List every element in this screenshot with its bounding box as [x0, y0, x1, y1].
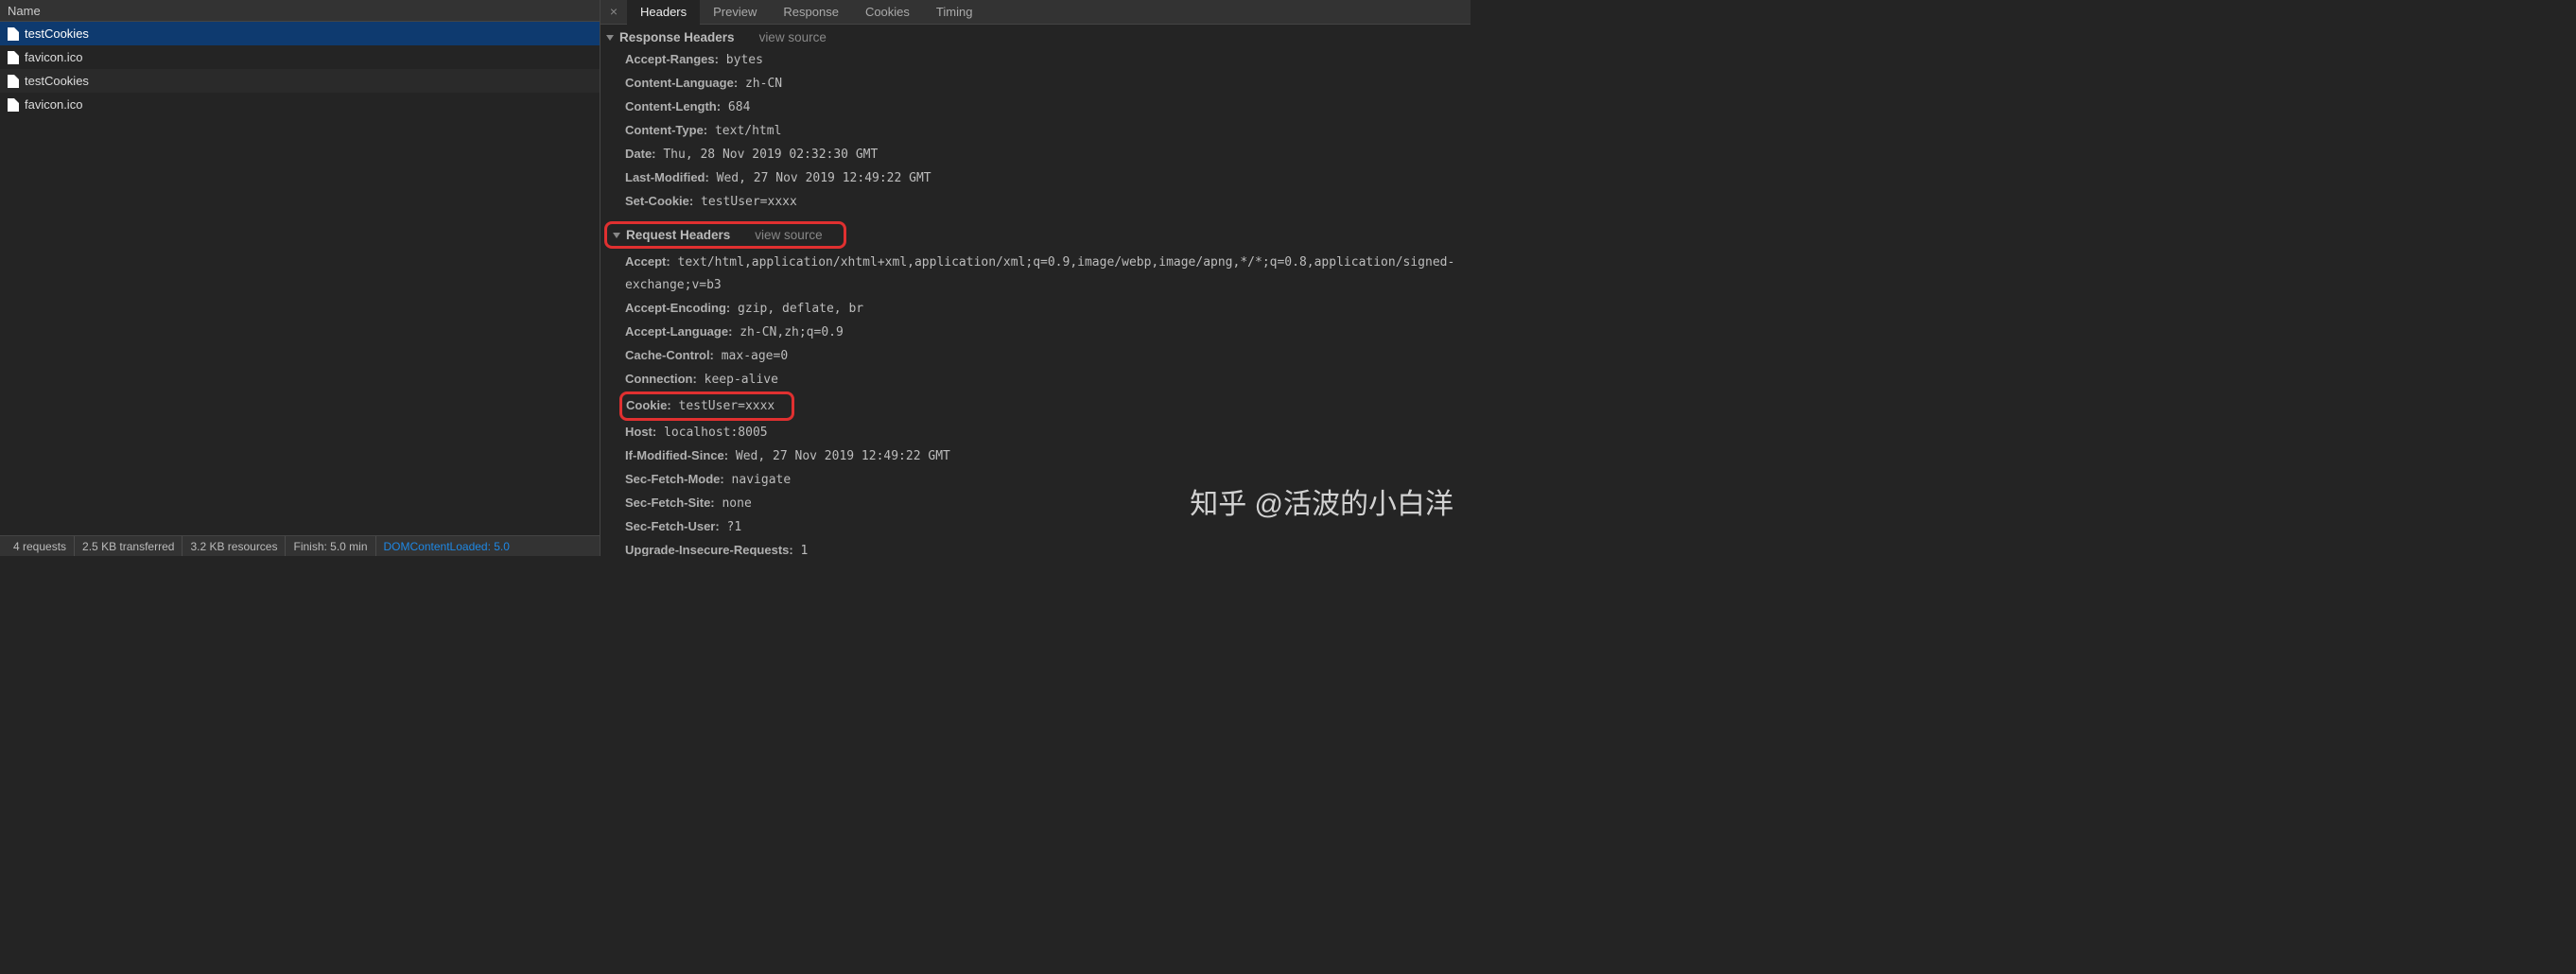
header-name: Last-Modified:	[625, 170, 709, 184]
header-value: localhost:8005	[656, 426, 767, 440]
status-requests: 4 requests	[6, 536, 75, 556]
chevron-down-icon	[613, 233, 620, 238]
header-name: Accept-Encoding:	[625, 301, 730, 315]
request-row[interactable]: testCookies	[0, 22, 600, 45]
headers-tab-content: Response Headers view source Accept-Rang…	[600, 25, 1471, 556]
request-list: testCookies favicon.ico testCookies favicon…	[0, 22, 600, 535]
request-name: testCookies	[25, 26, 89, 41]
header-value: none	[715, 496, 752, 511]
request-name: favicon.ico	[25, 50, 82, 64]
header-value: Thu, 28 Nov 2019 02:32:30 GMT	[656, 148, 879, 162]
request-name: testCookies	[25, 74, 89, 88]
chevron-down-icon	[606, 35, 614, 41]
details-tabs: × HeadersPreviewResponseCookiesTiming	[600, 0, 1471, 25]
header-value: Wed, 27 Nov 2019 12:49:22 GMT	[709, 171, 931, 185]
header-row: Content-Type: text/html	[625, 119, 1471, 143]
close-icon[interactable]: ×	[606, 5, 621, 20]
view-source-link[interactable]: view source	[759, 30, 827, 44]
status-bar: 4 requests 2.5 KB transferred 3.2 KB res…	[0, 535, 600, 556]
header-name: Content-Type:	[625, 123, 707, 137]
header-row: Cookie: testUser=xxxx	[625, 391, 1471, 421]
network-request-list-panel: Name testCookies favicon.ico testCookies fa…	[0, 0, 600, 556]
header-value: gzip, deflate, br	[730, 302, 863, 316]
header-value: zh-CN,zh;q=0.9	[732, 325, 843, 339]
header-row: Sec-Fetch-Mode: navigate	[625, 468, 1471, 492]
header-name: Cookie:	[626, 398, 671, 412]
header-row: Cache-Control: max-age=0	[625, 344, 1471, 368]
file-icon	[8, 98, 19, 112]
request-row[interactable]: favicon.ico	[0, 45, 600, 69]
header-value: bytes	[719, 53, 763, 67]
header-name: Sec-Fetch-User:	[625, 519, 720, 533]
header-name: Sec-Fetch-Site:	[625, 496, 715, 510]
view-source-link[interactable]: view source	[755, 228, 822, 242]
header-row: Set-Cookie: testUser=xxxx	[625, 190, 1471, 214]
header-value: navigate	[724, 473, 791, 487]
request-row[interactable]: testCookies	[0, 69, 600, 93]
tab-cookies[interactable]: Cookies	[852, 0, 923, 25]
header-row: Last-Modified: Wed, 27 Nov 2019 12:49:22…	[625, 166, 1471, 190]
request-details-panel: × HeadersPreviewResponseCookiesTiming Re…	[600, 0, 1471, 556]
file-icon	[8, 27, 19, 41]
header-value: testUser=xxxx	[671, 399, 775, 413]
header-row: Accept-Ranges: bytes	[625, 48, 1471, 72]
header-name: Upgrade-Insecure-Requests:	[625, 543, 793, 556]
header-row: Accept-Language: zh-CN,zh;q=0.9	[625, 321, 1471, 344]
response-headers-title: Response Headers	[619, 30, 735, 44]
status-finish: Finish: 5.0 min	[286, 536, 375, 556]
header-value: ?1	[720, 520, 741, 534]
header-name: Accept-Ranges:	[625, 52, 719, 66]
header-value: max-age=0	[714, 349, 788, 363]
header-value: text/html,application/xhtml+xml,applicat…	[625, 255, 1454, 292]
header-name: Sec-Fetch-Mode:	[625, 472, 724, 486]
status-domcontentloaded: DOMContentLoaded: 5.0	[376, 536, 517, 556]
request-name: favicon.ico	[25, 97, 82, 112]
header-row: Content-Language: zh-CN	[625, 72, 1471, 96]
header-value: keep-alive	[697, 373, 778, 387]
header-row: If-Modified-Since: Wed, 27 Nov 2019 12:4…	[625, 444, 1471, 468]
header-row: Accept-Encoding: gzip, deflate, br	[625, 297, 1471, 321]
header-value: 1	[793, 544, 809, 556]
header-row: Upgrade-Insecure-Requests: 1	[625, 539, 1471, 556]
header-row: Accept: text/html,application/xhtml+xml,…	[625, 251, 1471, 297]
header-name: Date:	[625, 147, 656, 161]
tab-timing[interactable]: Timing	[923, 0, 986, 25]
header-value: text/html	[707, 124, 781, 138]
header-name: Connection:	[625, 372, 697, 386]
response-headers-section[interactable]: Response Headers view source	[600, 26, 1471, 48]
header-row: Connection: keep-alive	[625, 368, 1471, 391]
status-resources: 3.2 KB resources	[183, 536, 286, 556]
header-row: Date: Thu, 28 Nov 2019 02:32:30 GMT	[625, 143, 1471, 166]
header-value: testUser=xxxx	[693, 195, 797, 209]
header-value: Wed, 27 Nov 2019 12:49:22 GMT	[728, 449, 950, 463]
header-row: Sec-Fetch-Site: none	[625, 492, 1471, 515]
header-name: Content-Language:	[625, 76, 738, 90]
request-headers-section[interactable]: Request Headers view source	[609, 226, 827, 244]
status-transferred: 2.5 KB transferred	[75, 536, 183, 556]
header-name: Cache-Control:	[625, 348, 714, 362]
request-row[interactable]: favicon.ico	[0, 93, 600, 116]
header-name: If-Modified-Since:	[625, 448, 728, 462]
file-icon	[8, 75, 19, 88]
tab-headers[interactable]: Headers	[627, 0, 700, 25]
highlight-annotation: Cookie: testUser=xxxx	[619, 391, 794, 421]
header-name: Accept-Language:	[625, 324, 732, 339]
header-name: Accept:	[625, 254, 670, 269]
file-icon	[8, 51, 19, 64]
header-name: Content-Length:	[625, 99, 721, 113]
header-row: Sec-Fetch-User: ?1	[625, 515, 1471, 539]
header-row: Host: localhost:8005	[625, 421, 1471, 444]
header-row: Content-Length: 684	[625, 96, 1471, 119]
request-headers-title: Request Headers	[626, 228, 730, 242]
header-name: Set-Cookie:	[625, 194, 693, 208]
column-header-name[interactable]: Name	[0, 0, 600, 22]
tab-response[interactable]: Response	[770, 0, 852, 25]
header-name: Host:	[625, 425, 656, 439]
header-value: zh-CN	[738, 77, 782, 91]
header-value: 684	[721, 100, 750, 114]
tab-preview[interactable]: Preview	[700, 0, 770, 25]
